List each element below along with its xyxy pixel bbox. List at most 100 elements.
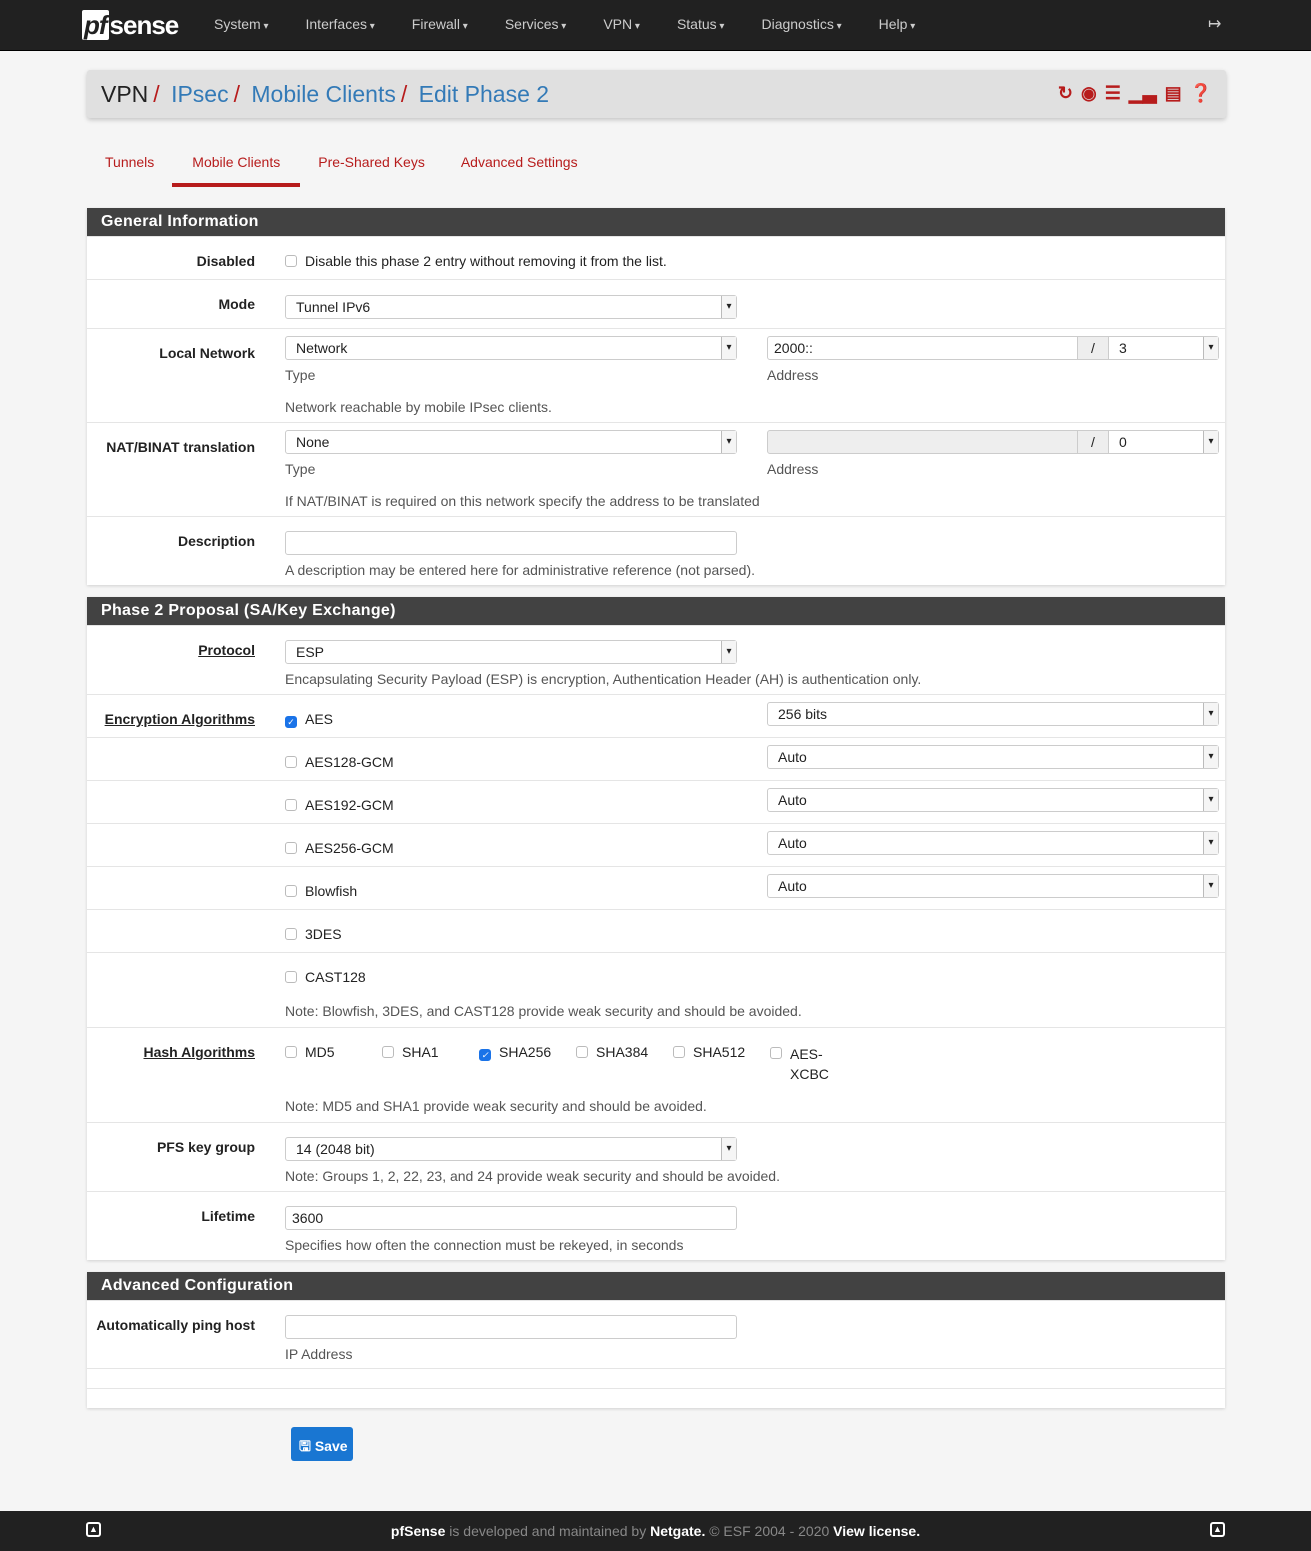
settings-icon[interactable]: ☰ (1105, 83, 1121, 104)
tab-bar: Tunnels Mobile Clients Pre-Shared Keys A… (87, 150, 596, 187)
lifetime-input[interactable]: 3600 (285, 1206, 737, 1230)
hash-sha512-checkbox[interactable] (673, 1046, 685, 1058)
hash-name: SHA1 (402, 1044, 439, 1060)
hash-note: Note: MD5 and SHA1 provide weak security… (285, 1098, 707, 1114)
hash-name: MD5 (305, 1044, 335, 1060)
tab-mobile-clients[interactable]: Mobile Clients (172, 150, 301, 187)
menu-services[interactable]: Services (505, 16, 567, 32)
hash-aesxcbc-checkbox[interactable] (770, 1047, 782, 1059)
panel-title: Phase 2 Proposal (SA/Key Exchange) (87, 597, 1225, 625)
protocol-label[interactable]: Protocol (198, 642, 255, 658)
tab-pre-shared-keys[interactable]: Pre-Shared Keys (300, 150, 443, 187)
enc-aes256gcm-checkbox[interactable] (285, 842, 297, 854)
breadcrumb-mobile-clients[interactable]: Mobile Clients (251, 81, 395, 107)
empty-row (87, 1368, 1225, 1388)
pfsense-logo[interactable]: pf sense (82, 10, 179, 41)
protocol-select[interactable]: ESP (285, 640, 737, 664)
sign-out-icon[interactable]: ↦ (1208, 14, 1221, 34)
enc-blowfish-checkbox[interactable] (285, 885, 297, 897)
aes128gcm-keylen-select[interactable]: Auto (767, 745, 1219, 769)
lifetime-label: Lifetime (201, 1208, 255, 1224)
enc-3des-checkbox[interactable] (285, 928, 297, 940)
pfs-help: Note: Groups 1, 2, 22, 23, and 24 provid… (285, 1168, 780, 1184)
tab-advanced-settings[interactable]: Advanced Settings (443, 150, 596, 187)
menu-system[interactable]: System (214, 16, 269, 32)
top-navbar: pfsense System Interfaces Firewall Servi… (0, 0, 1311, 51)
ping-host-label: Automatically ping host (96, 1317, 255, 1333)
aes256gcm-keylen-select[interactable]: Auto (767, 831, 1219, 855)
lifetime-help: Specifies how often the connection must … (285, 1237, 684, 1253)
advanced-configuration-panel: Advanced Configuration Automatically pin… (87, 1272, 1225, 1408)
main-menu: System Interfaces Firewall Services VPN … (214, 16, 952, 32)
protocol-help: Encapsulating Security Payload (ESP) is … (285, 671, 922, 687)
breadcrumb-ipsec[interactable]: IPsec (171, 81, 229, 107)
scroll-top-icon[interactable]: ▲ (1210, 1522, 1225, 1537)
menu-vpn[interactable]: VPN (603, 16, 640, 32)
enc-name: AES192-GCM (305, 797, 394, 813)
nat-mask-select[interactable]: 0 (1109, 430, 1219, 454)
nat-type-select[interactable]: None (285, 430, 737, 454)
hash-sha1-checkbox[interactable] (382, 1046, 394, 1058)
hash-md5-checkbox[interactable] (285, 1046, 297, 1058)
enc-name: AES256-GCM (305, 840, 394, 856)
tab-tunnels[interactable]: Tunnels (87, 150, 172, 187)
save-icon: 🖫 (299, 1438, 315, 1454)
restart-icon[interactable]: ↻ (1058, 83, 1073, 104)
footer-text: is developed and maintained by (445, 1523, 651, 1539)
ping-host-help: IP Address (285, 1346, 353, 1362)
nat-address-input[interactable] (767, 430, 1078, 454)
aes192gcm-keylen-select[interactable]: Auto (767, 788, 1219, 812)
local-network-help: Network reachable by mobile IPsec client… (285, 399, 552, 415)
menu-diagnostics[interactable]: Diagnostics (761, 16, 841, 32)
mode-select[interactable]: Tunnel IPv6 (285, 295, 737, 319)
hash-sha384-checkbox[interactable] (576, 1046, 588, 1058)
hash-sha256-checkbox[interactable]: ✓ (479, 1049, 491, 1061)
hash-name: AES-XCBC (790, 1046, 829, 1082)
empty-row (87, 1388, 1225, 1408)
menu-status[interactable]: Status (677, 16, 725, 32)
ping-host-input[interactable] (285, 1315, 737, 1339)
description-help: A description may be entered here for ad… (285, 562, 756, 578)
breadcrumb-edit-phase-2[interactable]: Edit Phase 2 (419, 81, 549, 107)
status-chart-icon[interactable]: ▁▃ (1129, 83, 1157, 104)
hash-name: SHA512 (693, 1044, 746, 1060)
breadcrumb: VPN / IPsec / Mobile Clients / Edit Phase 2… (87, 70, 1226, 118)
footer-copyright: © ESF 2004 - 2020 (705, 1523, 834, 1539)
hash-label[interactable]: Hash Algorithms (144, 1044, 256, 1060)
scroll-top-icon[interactable]: ▲ (86, 1522, 101, 1537)
breadcrumb-vpn: VPN (101, 81, 149, 107)
stop-icon[interactable]: ◉ (1081, 83, 1097, 104)
enc-aes-checkbox[interactable]: ✓ (285, 716, 297, 728)
logs-icon[interactable]: ▤ (1165, 83, 1182, 104)
save-button[interactable]: 🖫 Save (291, 1427, 353, 1461)
menu-firewall[interactable]: Firewall (412, 16, 468, 32)
local-type-help: Type (285, 367, 316, 383)
local-network-type-select[interactable]: Network (285, 336, 737, 360)
disabled-checkbox[interactable] (285, 255, 297, 267)
aes-keylen-select[interactable]: 256 bits (767, 702, 1219, 726)
help-icon[interactable]: ❓ (1190, 83, 1212, 104)
enc-name: AES128-GCM (305, 754, 394, 770)
footer-netgate-link[interactable]: Netgate. (650, 1523, 705, 1539)
description-input[interactable] (285, 531, 737, 555)
disabled-label: Disabled (196, 253, 255, 269)
nat-address-help: Address (767, 461, 819, 477)
enc-aes128gcm-checkbox[interactable] (285, 756, 297, 768)
local-mask-select[interactable]: 3 (1109, 336, 1219, 360)
enc-note: Note: Blowfish, 3DES, and CAST128 provid… (285, 1003, 802, 1019)
enc-aes192gcm-checkbox[interactable] (285, 799, 297, 811)
panel-title: General Information (87, 208, 1225, 236)
slash-addon: / (1078, 336, 1109, 360)
encryption-label[interactable]: Encryption Algorithms (105, 711, 255, 727)
enc-name: CAST128 (305, 969, 366, 985)
blowfish-keylen-select[interactable]: Auto (767, 874, 1219, 898)
local-address-input[interactable]: 2000:: (767, 336, 1078, 360)
menu-help[interactable]: Help (879, 16, 916, 32)
mode-label: Mode (218, 296, 255, 312)
menu-interfaces[interactable]: Interfaces (306, 16, 375, 32)
footer: ▲ pfSense is developed and maintained by… (0, 1511, 1311, 1551)
pfs-select[interactable]: 14 (2048 bit) (285, 1137, 737, 1161)
enc-cast128-checkbox[interactable] (285, 971, 297, 983)
hash-name: SHA256 (499, 1044, 552, 1060)
view-license-link[interactable]: View license. (833, 1523, 920, 1539)
